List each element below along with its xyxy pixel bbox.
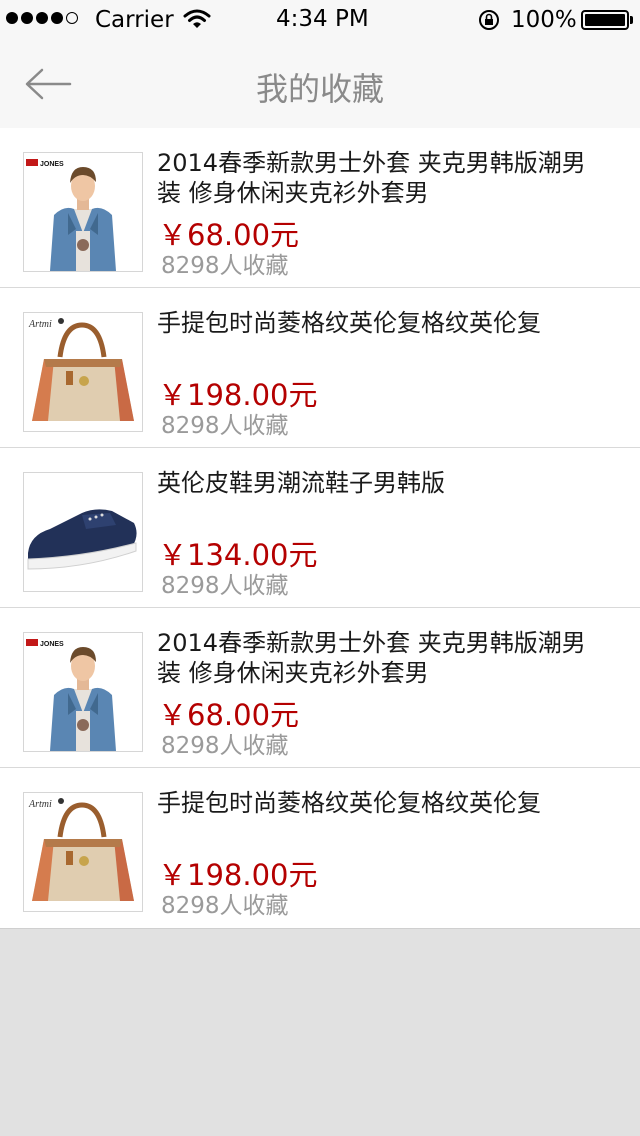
nav-bar: 我的收藏 (0, 40, 640, 128)
item-title: 手提包时尚菱格纹英伦复格纹英伦复 (157, 789, 541, 817)
rotation-lock-icon (478, 9, 500, 37)
item-title: 手提包时尚菱格纹英伦复格纹英伦复 (157, 309, 541, 337)
favorite-count: 8298人收藏 (161, 253, 289, 279)
favorite-count: 8298人收藏 (161, 733, 289, 759)
battery-percentage: 100% (511, 7, 577, 33)
brand-logo: Artmi (28, 799, 52, 810)
product-image-jacket: JONES (23, 152, 143, 272)
list-item[interactable]: JONES 2014春季新款男士外套 夹克男韩版潮男装 修身休闲夹克衫外套男 ￥… (0, 608, 640, 768)
favorite-count: 8298人收藏 (161, 573, 289, 599)
product-image-handbag: Artmi (23, 312, 143, 432)
clock: 4:34 PM (276, 6, 369, 32)
page-title: 我的收藏 (255, 70, 384, 108)
item-title: 2014春季新款男士外套 夹克男韩版潮男装 修身休闲夹克衫外套男 (157, 629, 586, 687)
favorite-count: 8298人收藏 (161, 413, 289, 439)
list-item[interactable]: 英伦皮鞋男潮流鞋子男韩版 ￥134.00元 8298人收藏 (0, 448, 640, 608)
battery-tip (630, 16, 633, 24)
brand-logo: JONES (40, 641, 64, 648)
brand-logo: JONES (40, 161, 64, 168)
product-image-jacket: JONES (23, 632, 143, 752)
status-bar: Carrier 4:34 PM 100% (0, 0, 640, 40)
list-item[interactable]: Artmi 手提包时尚菱格纹英伦复格纹英伦复 ￥198.00元 8298人收藏 (0, 288, 640, 448)
wifi-icon (183, 8, 211, 36)
list-item[interactable]: Artmi 手提包时尚菱格纹英伦复格纹英伦复 ￥198.00元 8298人收藏 (0, 768, 640, 928)
signal-strength-icon (6, 12, 78, 24)
battery-icon (581, 10, 629, 30)
product-image-shoe (23, 472, 143, 592)
list-item[interactable]: JONES 2014春季新款男士外套 夹克男韩版潮男装 修身休闲夹克衫外套男 ￥… (0, 128, 640, 288)
item-title: 英伦皮鞋男潮流鞋子男韩版 (157, 469, 445, 497)
brand-logo: Artmi (28, 319, 52, 330)
favorite-count: 8298人收藏 (161, 893, 289, 919)
item-title: 2014春季新款男士外套 夹克男韩版潮男装 修身休闲夹克衫外套男 (157, 149, 586, 207)
product-image-handbag: Artmi (23, 792, 143, 912)
favorites-list: JONES 2014春季新款男士外套 夹克男韩版潮男装 修身休闲夹克衫外套男 ￥… (0, 128, 640, 929)
carrier-label: Carrier (95, 7, 174, 33)
